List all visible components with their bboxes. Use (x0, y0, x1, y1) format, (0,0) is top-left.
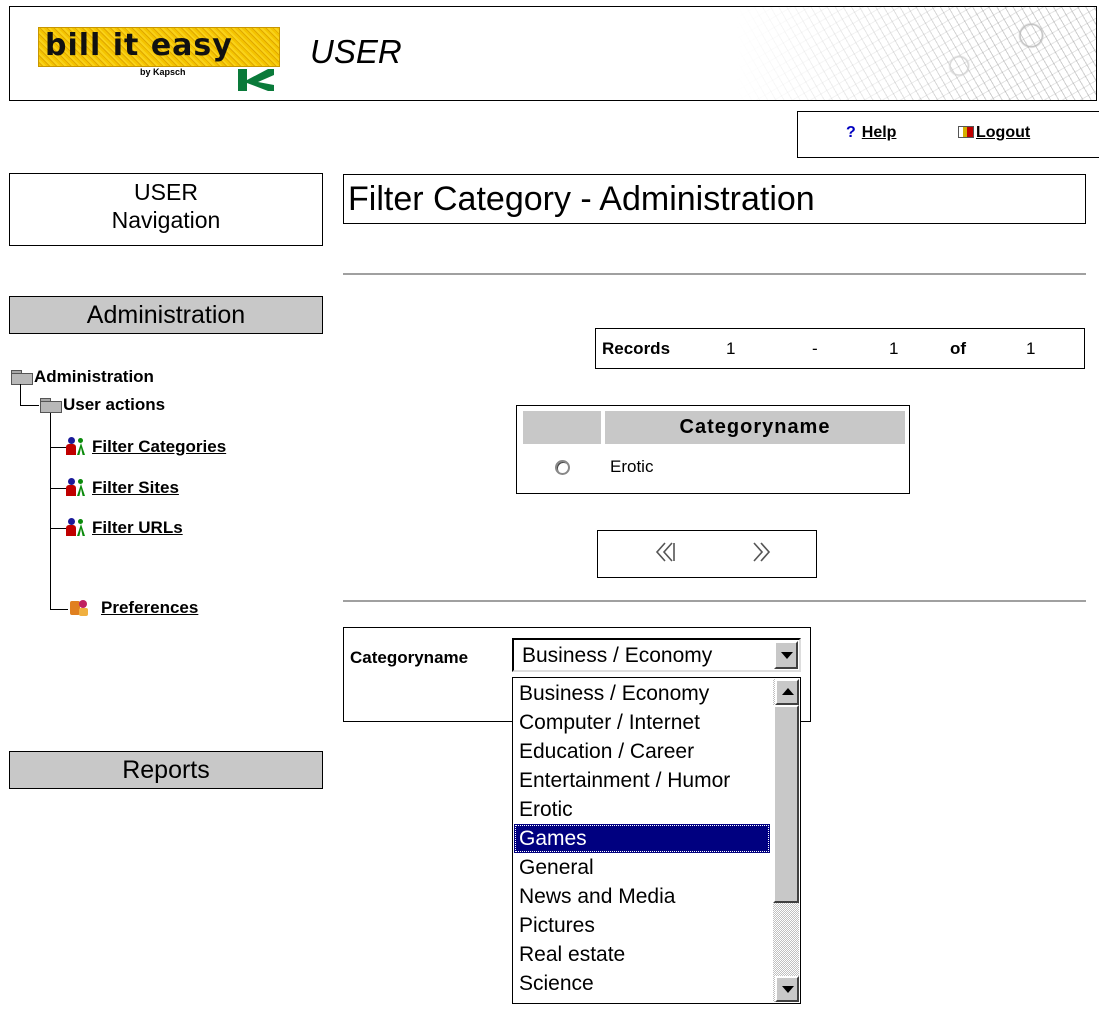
records-of-label: of (950, 339, 967, 358)
previous-page-button[interactable] (654, 541, 678, 569)
records-total: 1 (1026, 339, 1036, 358)
users-icon (66, 518, 88, 536)
page-title: Filter Category - Administration (343, 174, 1086, 224)
dropdown-option[interactable]: News and Media (514, 882, 770, 911)
navigation-title-box: USER Navigation (9, 173, 323, 246)
users-icon (66, 437, 88, 455)
reports-section-header[interactable]: Reports (9, 751, 323, 789)
records-to: 1 (889, 339, 899, 358)
scrollbar-thumb[interactable] (773, 705, 799, 903)
records-from: 1 (726, 339, 736, 358)
divider (343, 600, 1086, 602)
circuit-board-decoration (736, 7, 1096, 100)
dropdown-option[interactable]: Science (514, 969, 770, 998)
logo-wordmark: bill it easy (45, 28, 233, 63)
folder-icon (11, 370, 33, 385)
key-logout-icon (958, 126, 974, 138)
administration-section-header: Administration (9, 296, 323, 334)
table-header-categoryname: Categoryname (605, 411, 905, 444)
tree-connector (20, 384, 21, 406)
tree-root-administration: Administration (34, 367, 154, 386)
dropdown-option[interactable]: General (514, 853, 770, 882)
help-logout-toolbar: ? Help Logout (797, 111, 1099, 158)
double-chevron-right-icon (753, 542, 771, 562)
logout-link[interactable]: Logout (958, 124, 1030, 142)
divider (343, 273, 1086, 275)
help-label: Help (861, 124, 897, 141)
logout-label: Logout (976, 124, 1031, 141)
scroll-up-button[interactable] (775, 679, 799, 705)
app-title: USER (310, 33, 402, 70)
nav-link-filter-urls[interactable]: Filter URLs (92, 518, 183, 538)
chevron-down-icon (781, 652, 793, 659)
folder-icon (40, 398, 62, 413)
dropdown-option[interactable]: Education / Career (514, 737, 770, 766)
pager (597, 530, 817, 578)
users-icon (66, 478, 88, 496)
dropdown-option[interactable]: Erotic (514, 795, 770, 824)
kapsch-logo-icon (238, 69, 274, 91)
records-label: Records (602, 339, 671, 358)
category-table: Categoryname Erotic (516, 405, 910, 494)
row-categoryname: Erotic (610, 457, 654, 476)
nav-link-preferences[interactable]: Preferences (101, 598, 198, 618)
navigation-title-line1: USER (134, 179, 198, 205)
tree-connector (50, 609, 68, 610)
row-select-radio[interactable] (555, 460, 570, 475)
nav-link-filter-sites[interactable]: Filter Sites (92, 478, 179, 498)
nav-link-filter-categories[interactable]: Filter Categories (92, 437, 226, 457)
dropdown-option-highlighted[interactable]: Games (514, 824, 770, 853)
dropdown-option[interactable]: Entertainment / Humor (514, 766, 770, 795)
tree-user-actions: User actions (63, 395, 166, 414)
bill-it-easy-logo: bill it easy (38, 27, 280, 67)
header-banner: bill it easy by Kapsch USER (9, 6, 1097, 101)
categoryname-label: Categoryname (350, 648, 469, 667)
dropdown-option[interactable]: Business / Economy (514, 679, 770, 708)
table-header-select (523, 411, 601, 444)
select-current-value: Business / Economy (522, 644, 713, 667)
navigation-title-line2: Navigation (111, 207, 221, 233)
preferences-icon (68, 598, 90, 618)
records-counter: Records 1 - 1 of 1 (595, 328, 1085, 369)
tree-connector (50, 413, 51, 610)
scroll-down-button[interactable] (775, 976, 799, 1002)
chevron-down-icon (782, 986, 794, 993)
categoryname-dropdown-list: Business / Economy Computer / Internet E… (512, 677, 801, 1004)
records-dash: - (812, 339, 818, 358)
help-link[interactable]: ? Help (846, 124, 896, 142)
dropdown-option[interactable]: Pictures (514, 911, 770, 940)
select-dropdown-button[interactable] (774, 641, 798, 669)
dropdown-option[interactable]: Real estate (514, 940, 770, 969)
logo-byline: by Kapsch (140, 67, 186, 77)
double-chevron-left-icon (655, 542, 675, 562)
question-mark-icon: ? (846, 124, 856, 141)
chevron-up-icon (782, 688, 794, 695)
dropdown-option[interactable]: Computer / Internet (514, 708, 770, 737)
next-page-button[interactable] (750, 541, 774, 569)
categoryname-select[interactable]: Business / Economy (512, 638, 801, 672)
tree-connector (20, 405, 39, 406)
